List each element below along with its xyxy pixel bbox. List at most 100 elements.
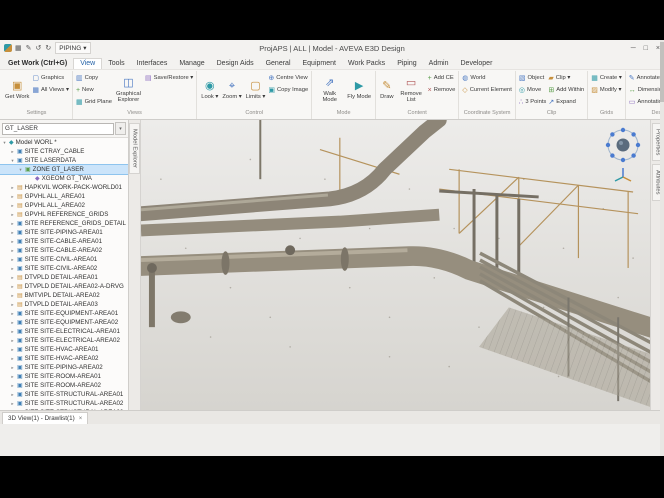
tree-item[interactable]: ▸ ▣ SITE SITE-EQUIPMENT-AREA01 [0, 309, 128, 318]
point-cloud-render[interactable] [141, 120, 650, 410]
expander-icon[interactable]: ▸ [10, 185, 15, 191]
ribbon-tab[interactable]: Developer [455, 59, 499, 69]
ribbon-button[interactable]: ▭ Remove List [396, 72, 427, 109]
expander-icon[interactable]: ▸ [10, 194, 15, 200]
ribbon-button[interactable]: ▧ Object [518, 72, 547, 84]
navigation-compass[interactable] [603, 125, 643, 183]
expander-icon[interactable]: ▸ [10, 401, 15, 407]
tree-item[interactable]: ▸ ▤ HAPKVIL WORK-PACK-WORLD01 [0, 183, 128, 192]
ribbon-button[interactable]: ▢ Limits ▾ [244, 72, 268, 109]
ribbon-button[interactable]: ◫ Graphical Explorer [113, 72, 144, 109]
tree-item[interactable]: ▸ ▣ SITE SITE-ROOM-AREA01 [0, 372, 128, 381]
tree-item[interactable]: ▸ ▣ SITE SITE-CABLE-AREA01 [0, 237, 128, 246]
tree-item[interactable]: ▾ ▣ SITE LASERDATA [0, 156, 128, 165]
expander-icon[interactable]: ▸ [10, 266, 15, 272]
minimize-button[interactable]: ─ [631, 45, 636, 52]
ribbon-tab[interactable]: Manage [173, 59, 210, 69]
tree-item[interactable]: ▸ ▣ SITE SITE-STRUCTURAL-AREA03 [0, 408, 128, 410]
ribbon-button[interactable]: ◎ Move [518, 84, 547, 96]
expander-icon[interactable]: ▸ [10, 383, 15, 389]
ribbon-button[interactable]: ✎ Annotate ▾ [628, 72, 664, 84]
ribbon-button[interactable]: ⌖ Zoom ▾ [220, 72, 243, 109]
expander-icon[interactable]: ▾ [10, 158, 15, 164]
tree-item[interactable]: ▸ ▤ BMTVIPL DETAIL-AREA02 [0, 291, 128, 300]
expander-icon[interactable]: ▾ [18, 167, 23, 173]
undo-icon[interactable]: ↺ [36, 44, 42, 52]
expander-icon[interactable]: ▸ [10, 338, 15, 344]
expander-icon[interactable]: ▸ [10, 320, 15, 326]
expander-icon[interactable]: ▸ [10, 221, 15, 227]
ribbon-button[interactable]: ◍ World [461, 72, 513, 84]
expander-icon[interactable]: ▸ [10, 374, 15, 380]
expander-icon[interactable]: ▸ [10, 230, 15, 236]
expander-icon[interactable]: ▸ [10, 149, 15, 155]
tree-item[interactable]: ▸ ▣ SITE SITE-ELECTRICAL-AREA02 [0, 336, 128, 345]
ribbon-button[interactable]: ▦ All Views ▾ [31, 84, 70, 96]
ribbon-button[interactable]: ✎ Draw [378, 72, 396, 109]
quick-access-piping-dropdown[interactable]: PIPING ▾ [55, 42, 90, 54]
expander-icon[interactable]: ▸ [10, 293, 15, 299]
ribbon-tab[interactable]: View [73, 58, 102, 69]
ribbon-button[interactable]: ▢ Graphics [31, 72, 70, 84]
ribbon-button[interactable]: ▦ Grid Plane [75, 96, 113, 108]
ribbon-button[interactable]: ⇗ Walk Mode [314, 72, 345, 109]
tree-item[interactable]: ▸ ▤ DTVPLD DETAIL-AREA03 [0, 300, 128, 309]
expander-icon[interactable]: ▸ [10, 275, 15, 281]
ribbon-tab[interactable]: Equipment [297, 59, 342, 69]
ribbon-button[interactable]: ⊞ Add Within [547, 84, 585, 96]
tree-item[interactable]: ▸ ▣ SITE SITE-STRUCTURAL-AREA01 [0, 390, 128, 399]
ribbon-button[interactable]: × Remove [427, 84, 457, 96]
ribbon-tab[interactable]: Work Packs [342, 59, 391, 69]
ribbon-button[interactable]: ▣ Get Work [3, 72, 31, 109]
expander-icon[interactable]: ▸ [10, 284, 15, 290]
tree-item[interactable]: ▸ ▣ SITE SITE-HVAC-AREA01 [0, 345, 128, 354]
tree-item[interactable]: ▸ ▣ SITE SITE-STRUCTURAL-AREA02 [0, 399, 128, 408]
expander-icon[interactable]: ▸ [10, 365, 15, 371]
ribbon-button[interactable]: ▭ Annotations ▾ [628, 96, 664, 108]
expander-icon[interactable]: ▸ [10, 203, 15, 209]
expander-icon[interactable]: ▸ [10, 356, 15, 362]
tree-item[interactable]: ▸ ▣ SITE SITE-CIVIL-AREA02 [0, 264, 128, 273]
ribbon-button[interactable]: ▤ Save/Restore ▾ [144, 72, 194, 84]
tree-item[interactable]: ▸ ▣ SITE CTRAY_CABLE [0, 147, 128, 156]
expander-icon[interactable]: ▸ [10, 212, 15, 218]
ribbon-tab[interactable]: Tools [102, 59, 130, 69]
expander-icon[interactable]: ▸ [10, 329, 15, 335]
ribbon-button[interactable]: ▥ Copy [75, 72, 113, 84]
ribbon-button[interactable]: + New [75, 84, 113, 96]
tree-item[interactable]: ▸ ▣ SITE SITE-PIPING-AREA02 [0, 363, 128, 372]
edit-icon[interactable]: ✎ [26, 44, 32, 52]
ribbon-button[interactable]: ▰ Clip ▾ [547, 72, 585, 84]
ribbon-button[interactable]: ▦ Create ▾ [590, 72, 623, 84]
tree-item[interactable]: ▸ ▣ SITE SITE-EQUIPMENT-AREA02 [0, 318, 128, 327]
tree-item[interactable]: ▾ ▣ ZONE GT_LASER [0, 165, 128, 174]
ribbon-tab[interactable]: Interfaces [131, 59, 174, 69]
view-tab-3d-view[interactable]: 3D View(1) - Drawlist(1) × [2, 412, 88, 424]
expander-icon[interactable]: ▸ [10, 410, 15, 411]
model-icon[interactable]: ▦ [15, 44, 22, 52]
close-button[interactable]: × [656, 45, 660, 52]
ribbon-tab[interactable]: Admin [423, 59, 455, 69]
tree-item[interactable]: ▸ ▤ DTVPLD DETAIL-AREA01 [0, 273, 128, 282]
ribbon-button[interactable]: ▶ Fly Mode [345, 72, 373, 109]
ribbon-button[interactable]: ▨ Modify ▾ [590, 84, 623, 96]
tab-model-explorer[interactable]: Model Explorer [129, 123, 140, 174]
tree-item[interactable]: ▸ ▤ DTVPLD DETAIL-AREA02-A-DRVG [0, 282, 128, 291]
tree-item[interactable]: ▸ ▤ GPVHL REFERENCE_GRIDS [0, 210, 128, 219]
expander-icon[interactable]: ▸ [10, 347, 15, 353]
ribbon-button[interactable]: ◇ Current Element [461, 84, 513, 96]
tree-item[interactable]: ▸ ▣ SITE SITE-PIPING-AREA01 [0, 228, 128, 237]
expander-icon[interactable]: ▸ [10, 257, 15, 263]
expander-icon[interactable]: ▸ [10, 392, 15, 398]
ribbon-button[interactable]: ↔ Dimension ▾ [628, 84, 664, 96]
maximize-button[interactable]: □ [644, 45, 648, 52]
ribbon-button[interactable]: ↗ Expand [547, 96, 585, 108]
tree-item[interactable]: ▾ ◆ Model WORL * [0, 138, 128, 147]
ribbon-tab[interactable]: Design Aids [211, 59, 260, 69]
ribbon-button[interactable]: ∴ 3 Points [518, 96, 547, 108]
ribbon-tab[interactable]: Piping [391, 59, 422, 69]
explorer-search-dropdown-icon[interactable]: ▾ [115, 122, 126, 135]
ribbon-button[interactable]: ▣ Copy Image [267, 84, 309, 96]
tree-item[interactable]: ▸ ▣ SITE SITE-HVAC-AREA02 [0, 354, 128, 363]
expander-icon[interactable]: ▸ [10, 302, 15, 308]
